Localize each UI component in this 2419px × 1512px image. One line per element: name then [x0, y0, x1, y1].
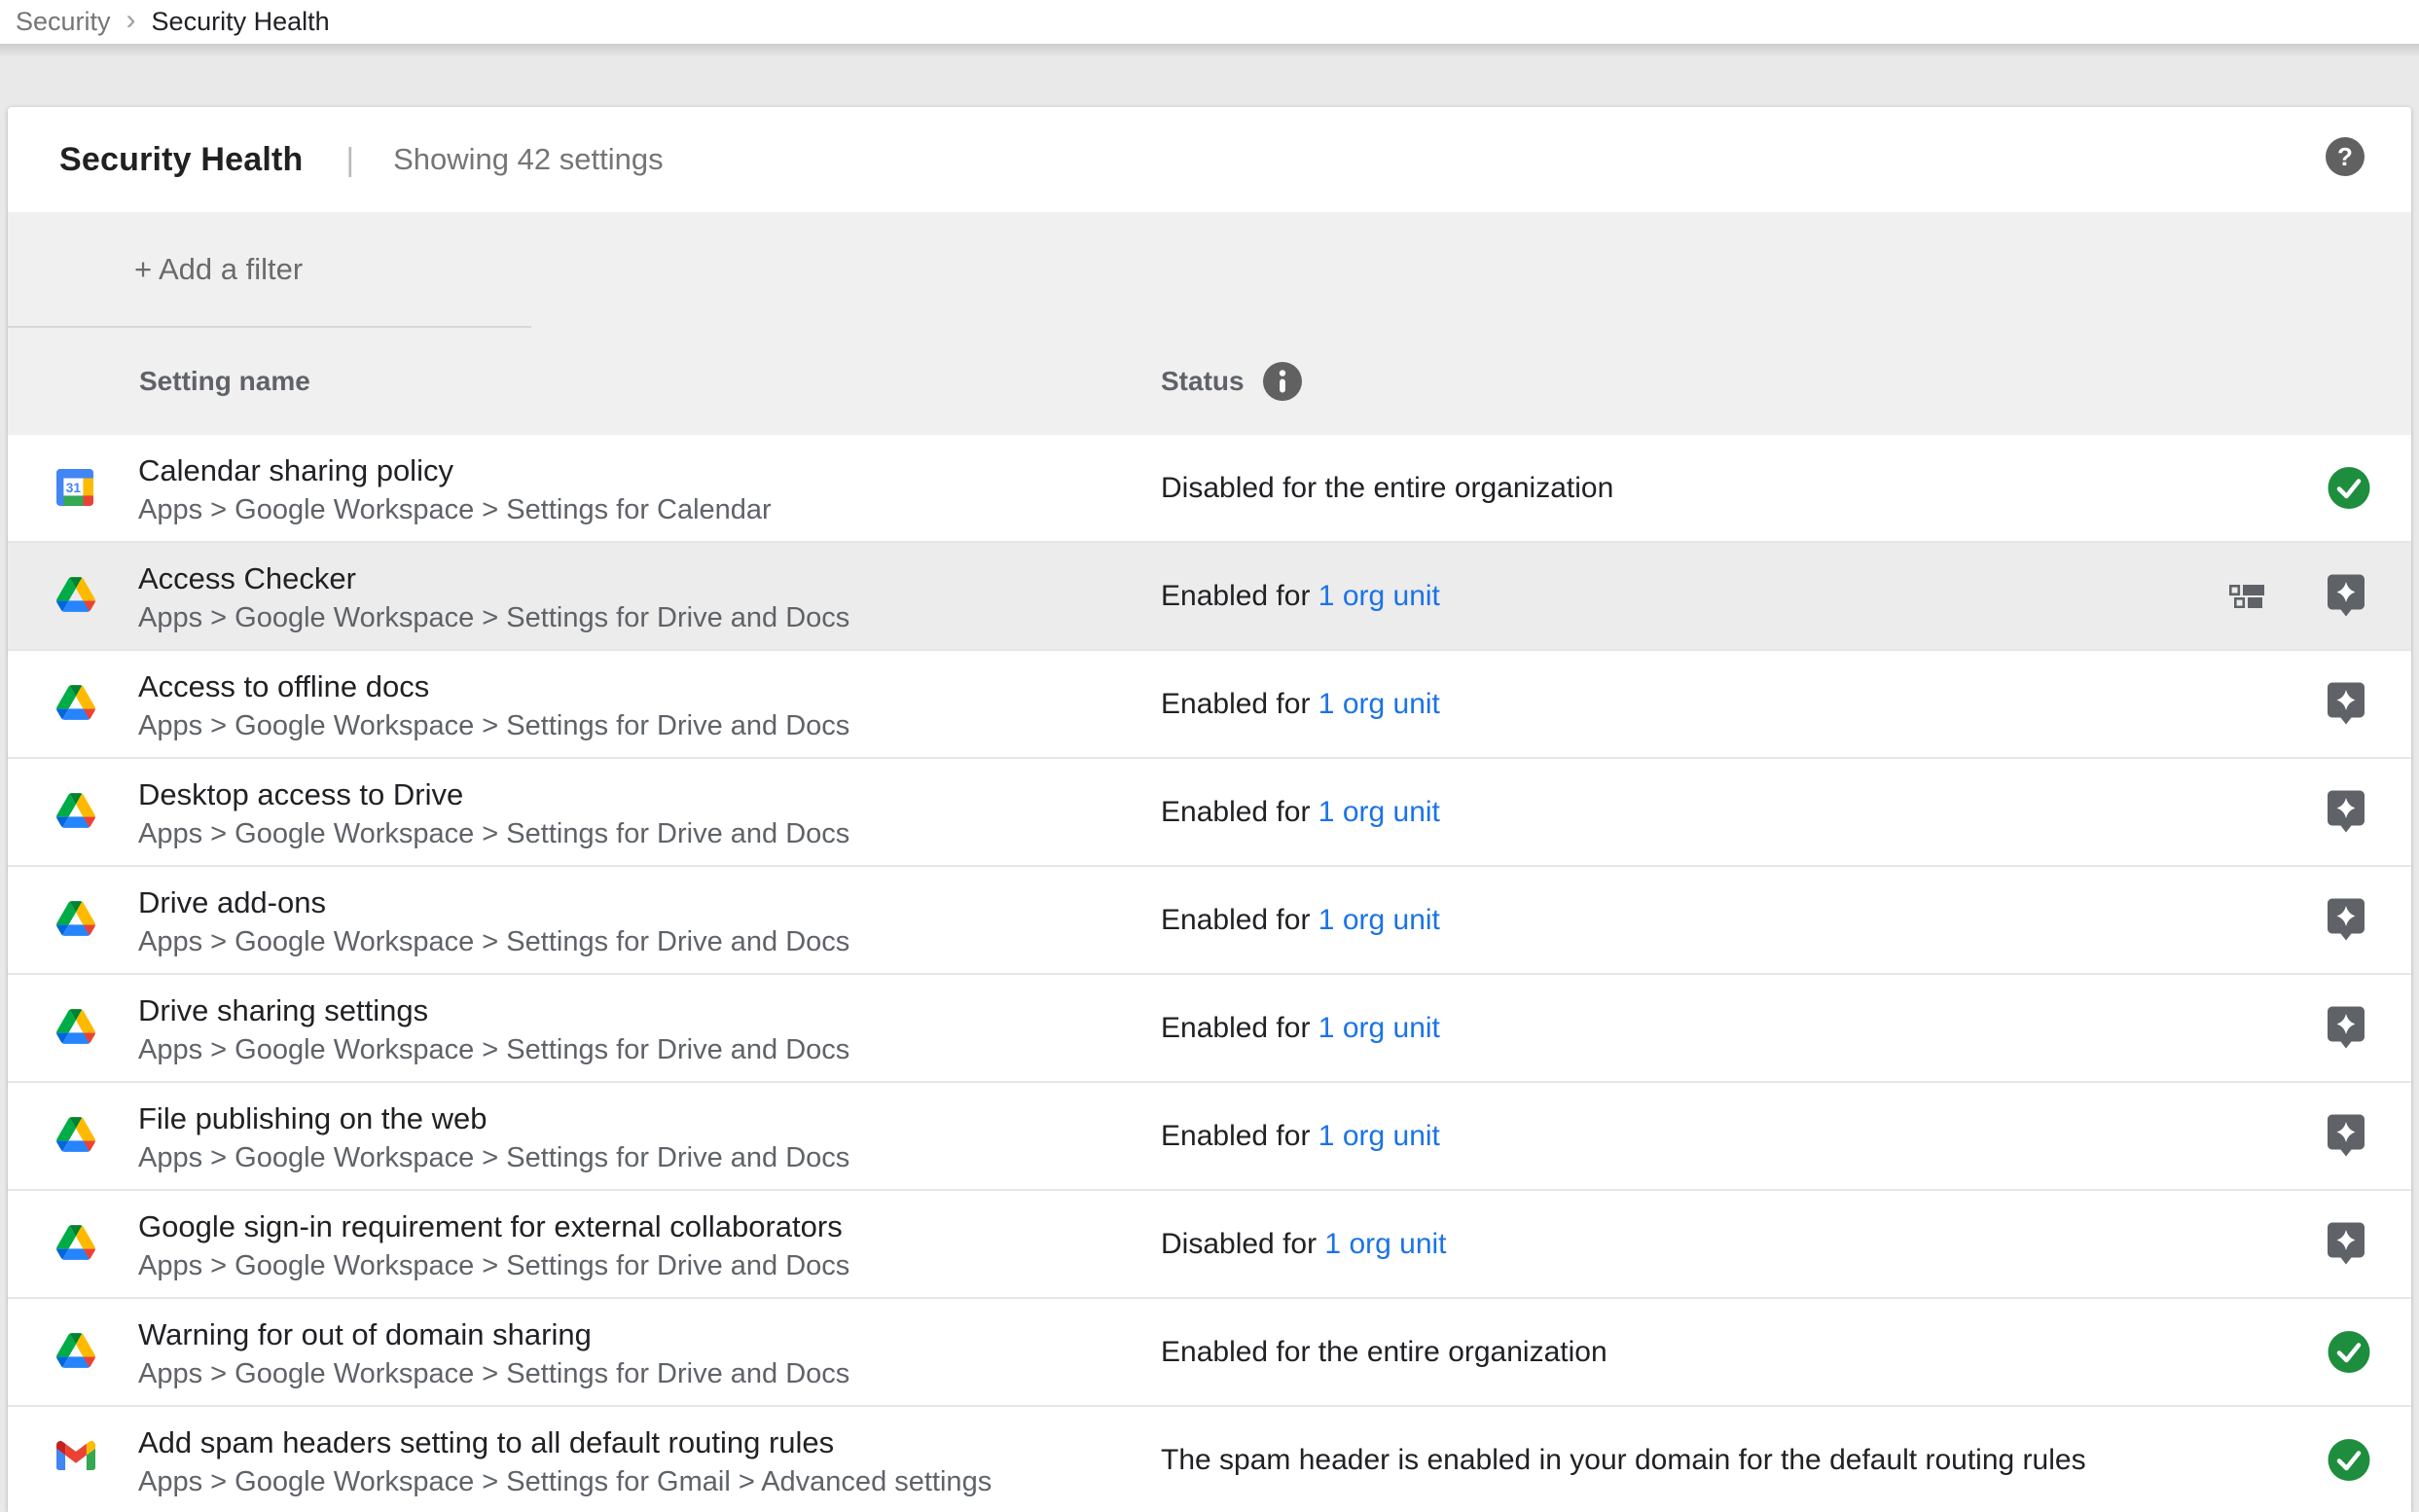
org-unit-link[interactable]: 1 org unit [1318, 688, 1440, 720]
setting-name: File publishing on the web [138, 1098, 849, 1138]
setting-name: Calendar sharing policy [138, 450, 772, 490]
setting-path: Apps > Google Workspace > Settings for D… [138, 922, 849, 961]
setting-status: The spam header is enabled in your domai… [1161, 1444, 2086, 1477]
setting-name: Access Checker [138, 558, 849, 598]
setting-status: Disabled for the entire organization [1161, 472, 1613, 505]
org-unit-link[interactable]: 1 org unit [1324, 1228, 1446, 1260]
status-text: Disabled for the entire organization [1161, 472, 1613, 504]
table-header-row: Setting name Status [8, 327, 2411, 435]
setting-path: Apps > Google Workspace > Settings for D… [138, 1354, 849, 1393]
add-filter-button[interactable]: + Add a filter [134, 252, 303, 287]
setting-status: Enabled for 1 org unit [1161, 796, 1440, 829]
filter-bar: + Add a filter [8, 212, 2411, 327]
filter-and-header-section: + Add a filter Setting name Status [8, 212, 2411, 435]
google-drive-icon: 31 [56, 1009, 95, 1048]
google-drive-icon: 31 [56, 1117, 95, 1156]
google-gmail-icon: 31 [56, 1441, 95, 1480]
page-background-band [0, 44, 2419, 112]
table-row[interactable]: 31 Desktop access to Drive Apps > G [8, 759, 2411, 867]
org-unit-link[interactable]: 1 org unit [1318, 796, 1440, 828]
setting-status: Enabled for 1 org unit [1161, 904, 1440, 937]
google-drive-icon: 31 [56, 901, 95, 940]
setting-path: Apps > Google Workspace > Settings for D… [138, 1138, 849, 1177]
recommendation-badge-icon[interactable] [2328, 682, 2365, 726]
status-text: The spam header is enabled in your domai… [1161, 1444, 2086, 1476]
breadcrumb-chevron-icon: › [126, 6, 136, 39]
table-row[interactable]: 31 Drive sharing settings Apps > Go [8, 975, 2411, 1083]
breadcrumb-current: Security Health [152, 7, 330, 37]
status-text: Enabled for the entire organization [1161, 1336, 1607, 1368]
setting-status: Enabled for 1 org unit [1161, 1012, 1440, 1045]
title-separator: | [346, 141, 355, 178]
help-icon[interactable]: ? [2326, 137, 2365, 176]
table-row[interactable]: 31 Calendar sharing policy Apps > G [8, 435, 2411, 543]
org-unit-link[interactable]: 1 org unit [1318, 904, 1440, 936]
table-row[interactable]: 31 Warning for out of domain sharing [8, 1299, 2411, 1407]
status-ok-icon [2328, 1438, 2370, 1481]
status-column-header: Status [1161, 366, 1245, 397]
setting-name: Access to offline docs [138, 666, 849, 706]
recommendation-badge-icon[interactable] [2328, 898, 2365, 942]
org-unit-link[interactable]: 1 org unit [1318, 1012, 1440, 1044]
org-unit-link[interactable]: 1 org unit [1318, 580, 1440, 612]
status-ok-icon [2328, 466, 2370, 509]
setting-path: Apps > Google Workspace > Settings for C… [138, 490, 772, 529]
google-drive-icon: 31 [56, 577, 95, 616]
setting-path: Apps > Google Workspace > Settings for D… [138, 1030, 849, 1069]
breadcrumb: Security › Security Health [0, 0, 2419, 44]
setting-status: Enabled for 1 org unit [1161, 580, 1440, 613]
setting-name: Add spam headers setting to all default … [138, 1422, 992, 1462]
recommendation-badge-icon[interactable] [2328, 1006, 2365, 1050]
breadcrumb-parent-link[interactable]: Security [16, 7, 111, 37]
setting-path: Apps > Google Workspace > Settings for D… [138, 1246, 849, 1285]
setting-path: Apps > Google Workspace > Settings for D… [138, 598, 849, 637]
setting-status: Enabled for 1 org unit [1161, 1120, 1440, 1153]
status-info-icon[interactable] [1263, 362, 1302, 401]
setting-name: Drive add-ons [138, 882, 849, 922]
setting-path: Apps > Google Workspace > Settings for D… [138, 814, 849, 853]
org-unit-link[interactable]: 1 org unit [1318, 1120, 1440, 1152]
setting-status: Enabled for the entire organization [1161, 1336, 1607, 1369]
status-text: Enabled for [1161, 904, 1310, 936]
setting-name-column-header: Setting name [139, 366, 310, 397]
status-text: Enabled for [1161, 688, 1310, 720]
status-text: Enabled for [1161, 1012, 1310, 1044]
recommendation-badge-icon[interactable] [2328, 1222, 2365, 1266]
table-row[interactable]: 31 Add spam headers setting to all defau… [8, 1407, 2411, 1512]
setting-status: Enabled for 1 org unit [1161, 688, 1440, 721]
page-title: Security Health [59, 141, 304, 179]
status-text: Enabled for [1161, 796, 1310, 828]
google-drive-icon: 31 [56, 793, 95, 832]
google-drive-icon: 31 [56, 1225, 95, 1264]
svg-text:31: 31 [66, 480, 82, 494]
status-ok-icon [2328, 1330, 2370, 1373]
setting-name: Google sign-in requirement for external … [138, 1206, 849, 1246]
recommendation-badge-icon[interactable] [2328, 1114, 2365, 1158]
status-text: Disabled for [1161, 1228, 1317, 1260]
recommendation-badge-icon[interactable] [2328, 790, 2365, 834]
org-unit-icon [2229, 585, 2264, 608]
setting-name: Desktop access to Drive [138, 774, 849, 814]
table-row[interactable]: 31 Access to offline docs Apps > Go [8, 651, 2411, 759]
google-calendar-icon: 31 [56, 469, 95, 508]
recommendation-badge-icon[interactable] [2328, 574, 2365, 618]
setting-status: Disabled for 1 org unit [1161, 1228, 1447, 1261]
settings-table: 31 Calendar sharing policy Apps > G [8, 435, 2411, 1512]
security-health-card: Security Health | Showing 42 settings ? … [8, 107, 2411, 1512]
setting-name: Warning for out of domain sharing [138, 1314, 849, 1354]
google-drive-icon: 31 [56, 1333, 95, 1372]
table-row[interactable]: 31 File publishing on the web Apps [8, 1083, 2411, 1191]
setting-path: Apps > Google Workspace > Settings for G… [138, 1462, 992, 1501]
table-row[interactable]: 31 Google sign-in requirement for extern… [8, 1191, 2411, 1299]
status-text: Enabled for [1161, 580, 1310, 612]
status-text: Enabled for [1161, 1120, 1310, 1152]
setting-name: Drive sharing settings [138, 990, 849, 1030]
google-drive-icon: 31 [56, 685, 95, 724]
table-row[interactable]: 31 Drive add-ons Apps > Google Work [8, 867, 2411, 975]
setting-path: Apps > Google Workspace > Settings for D… [138, 706, 849, 745]
table-row[interactable]: 31 Access Checker Apps > Google Wor [8, 543, 2411, 651]
card-header: Security Health | Showing 42 settings ? [8, 107, 2411, 212]
settings-count: Showing 42 settings [393, 142, 663, 177]
